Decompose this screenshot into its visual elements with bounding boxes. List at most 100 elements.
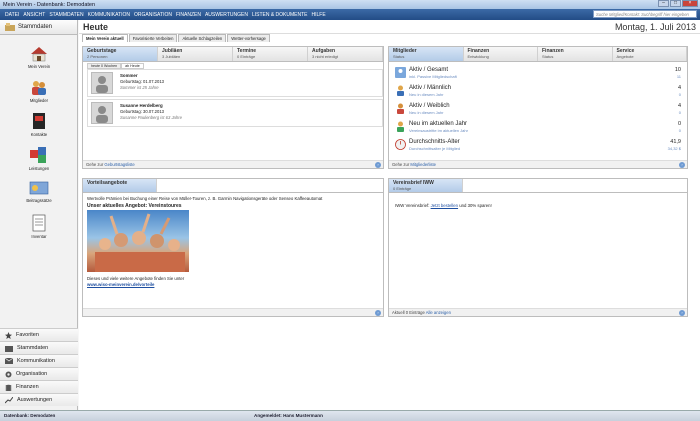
tab-mein-verein-aktuell[interactable]: Mein Verein aktuell bbox=[82, 34, 128, 42]
stat-row[interactable]: Aktiv / Weiblich Neu in diesem Jahr 4 0 bbox=[393, 101, 685, 117]
menu-listen[interactable]: LISTEN & DOKUMENTE bbox=[252, 12, 308, 18]
list-item[interactable]: Sommer Geburtstag: 01.07.2013 Sommer ist… bbox=[87, 69, 383, 97]
members-icon bbox=[32, 81, 46, 95]
birthday-date: Geburtstag: 01.07.2013 bbox=[120, 79, 165, 84]
gear-icon bbox=[5, 371, 12, 377]
menu-datei[interactable]: DATEI bbox=[5, 12, 19, 18]
avatar bbox=[91, 102, 113, 124]
birthday-panel: Geburtstage 2 Personen Jubiläen 3 Jubiläen… bbox=[82, 46, 384, 169]
house-icon bbox=[31, 47, 47, 62]
stat-row[interactable]: Durchschnitts-Alter Durchschnittsalter j… bbox=[393, 137, 685, 153]
maximize-button[interactable]: □ bbox=[670, 0, 681, 7]
tab-geburtstage[interactable]: Geburtstage 2 Personen bbox=[83, 47, 158, 61]
sidebar-item-inventar[interactable]: Inventar bbox=[0, 214, 78, 239]
list-item[interactable]: Susanne Herdelberg Geburtstag: 30.07.201… bbox=[87, 99, 383, 127]
menu-bar: DATEI ANSICHT STAMMDATEN KOMMUNIKATION O… bbox=[0, 9, 700, 20]
sidebar-item-mein-verein[interactable]: Mein Verein bbox=[0, 46, 78, 69]
stammdaten-icon bbox=[5, 23, 15, 31]
arrow-right-icon[interactable]: › bbox=[679, 162, 685, 168]
sidebar-item-mitglieder[interactable]: Mitglieder bbox=[0, 80, 78, 103]
new-member-icon bbox=[397, 121, 404, 132]
stat-row[interactable]: Aktiv / Gesamt inkl. Passive Mitgliedsch… bbox=[393, 65, 685, 81]
panel-footer: Gehe zur Geburtstagsliste › bbox=[83, 160, 383, 168]
panel-footer: › bbox=[83, 308, 383, 316]
offer-link[interactable]: www.wiso-meinverein.de/vorteile bbox=[87, 282, 154, 287]
arrow-right-icon[interactable]: › bbox=[375, 310, 381, 316]
nav-kommunikation[interactable]: Kommunikation bbox=[0, 354, 78, 367]
close-button[interactable]: × bbox=[682, 0, 698, 7]
tab-aufgaben[interactable]: Aufgaben 3 nicht erledigt bbox=[308, 47, 383, 61]
sidebar-item-label: Leistungen bbox=[28, 166, 50, 171]
stammdaten-icon bbox=[5, 345, 13, 352]
minimize-button[interactable]: – bbox=[658, 0, 669, 7]
nav-auswertungen[interactable]: Auswertungen bbox=[0, 393, 78, 406]
window-title: Mein Verein - Datenbank: Demodaten bbox=[3, 1, 96, 8]
menu-hilfe[interactable]: HILFE bbox=[312, 12, 326, 18]
member-list-link[interactable]: Mitgliederliste bbox=[410, 162, 436, 167]
nav-label: Stammdaten bbox=[17, 345, 49, 351]
tab-finanzen-entwicklung[interactable]: Finanzen Entwicklung bbox=[463, 47, 538, 61]
status-user: Angemeldet: Hans Mustermann bbox=[254, 413, 323, 418]
tab-finanzen-status[interactable]: Finanzen Status bbox=[538, 47, 613, 61]
current-date: Montag, 1. Juli 2013 bbox=[614, 21, 696, 32]
coins-icon bbox=[5, 384, 12, 391]
birthday-name: Susanne Herdelberg bbox=[120, 103, 163, 108]
nav-finanzen[interactable]: Finanzen bbox=[0, 380, 78, 393]
main-header: Heute Montag, 1. Juli 2013 bbox=[79, 20, 700, 34]
crowd-photo bbox=[95, 213, 185, 272]
panel-footer: Gehe zur Mitgliederliste › bbox=[389, 160, 687, 168]
window-titlebar: Mein Verein - Datenbank: Demodaten – □ × bbox=[0, 0, 700, 9]
stat-row[interactable]: Neu im aktuellen Jahr Vereinsaustritte i… bbox=[393, 119, 685, 135]
sidebar-item-kontakte[interactable]: Kontakte bbox=[0, 112, 78, 137]
tab-jubilaeen[interactable]: Jubiläen 3 Jubiläen bbox=[158, 47, 233, 61]
menu-finanzen[interactable]: FINANZEN bbox=[176, 12, 201, 18]
nav-label: Auswertungen bbox=[17, 397, 53, 403]
sidebar: Stammdaten Mein Verein Mitglieder Kontak… bbox=[0, 20, 78, 410]
main-area: Heute Montag, 1. Juli 2013 Mein Verein a… bbox=[79, 20, 700, 410]
menu-stammdaten[interactable]: STAMMDATEN bbox=[49, 12, 83, 18]
arrow-right-icon[interactable]: › bbox=[679, 310, 685, 316]
chart-icon bbox=[5, 396, 13, 403]
tab-service[interactable]: Service Angebote bbox=[612, 47, 687, 61]
sidebar-item-beitragssaetze[interactable]: Beitragssätze bbox=[0, 180, 78, 203]
tab-vereinsbrief[interactable]: Vereinsbrief IWW 0 Einträge bbox=[389, 179, 463, 192]
arrow-right-icon[interactable]: › bbox=[375, 162, 381, 168]
nav-label: Finanzen bbox=[16, 384, 39, 390]
nav-organisation[interactable]: Organisation bbox=[0, 367, 78, 380]
menu-ansicht[interactable]: ANSICHT bbox=[23, 12, 45, 18]
sidebar-item-label: Beitragssätze bbox=[26, 198, 52, 203]
nav-stammdaten[interactable]: Stammdaten bbox=[0, 341, 78, 354]
status-database: Datenbank: Demodaten bbox=[4, 413, 56, 418]
offer-headline: Unser aktuelles Angebot: Vereinstoures bbox=[87, 203, 182, 209]
sidebar-item-leistungen[interactable]: Leistungen bbox=[0, 146, 78, 171]
offer-image[interactable] bbox=[87, 210, 189, 272]
newsletter-order-link[interactable]: Jetzt bestellen bbox=[431, 203, 458, 208]
tab-vorteilsangebote[interactable]: Vorteilsangebote bbox=[83, 179, 157, 192]
age-icon bbox=[395, 139, 406, 150]
show-all-link[interactable]: Alle anzeigen bbox=[426, 310, 451, 315]
tab-schlagzeilen[interactable]: Aktuelle Schlagzeilen bbox=[178, 34, 227, 42]
nav-favoriten[interactable]: Favoriten bbox=[0, 328, 78, 341]
menu-organisation[interactable]: ORGANISATION bbox=[134, 12, 172, 18]
offer-text: Wertvolle Prämien bei Buchung einer Reis… bbox=[87, 196, 323, 201]
nav-label: Kommunikation bbox=[17, 358, 55, 364]
stat-row[interactable]: Aktiv / Männlich Neu in diesem Jahr 4 0 bbox=[393, 83, 685, 99]
sidebar-item-label: Mitglieder bbox=[29, 98, 49, 103]
member-search-input[interactable]: Suche Mitglied/Kontakt: Suchbegriff hier… bbox=[593, 10, 697, 18]
tab-mitglieder[interactable]: Mitglieder Status bbox=[389, 47, 464, 61]
birthday-date: Geburtstag: 30.07.2013 bbox=[120, 109, 165, 114]
inventory-icon bbox=[32, 214, 46, 232]
star-icon bbox=[5, 331, 12, 339]
newsletter-panel: Vereinsbrief IWW 0 Einträge IWW Vereinsbr… bbox=[388, 178, 688, 317]
status-bar: Datenbank: Demodaten Angemeldet: Hans Mu… bbox=[0, 410, 700, 421]
menu-kommunikation[interactable]: KOMMUNIKATION bbox=[88, 12, 130, 18]
menu-auswertungen[interactable]: AUSWERTUNGEN bbox=[205, 12, 248, 18]
tab-favorisierte[interactable]: Favorisierte Verbeiten bbox=[128, 34, 178, 42]
newsletter-text: IWW Vereinsbrief: Jetzt bestellen und 30… bbox=[395, 203, 492, 208]
offers-panel: Vorteilsangebote Wertvolle Prämien bei B… bbox=[82, 178, 384, 317]
nav-label: Organisation bbox=[16, 371, 48, 377]
tab-termine[interactable]: Termine 0 Einträge bbox=[233, 47, 308, 61]
tab-wetter[interactable]: Wetter-vorhersage bbox=[227, 34, 270, 42]
sidebar-header-label: Stammdaten bbox=[18, 24, 53, 30]
birthday-list-link[interactable]: Geburtstagsliste bbox=[104, 162, 134, 167]
